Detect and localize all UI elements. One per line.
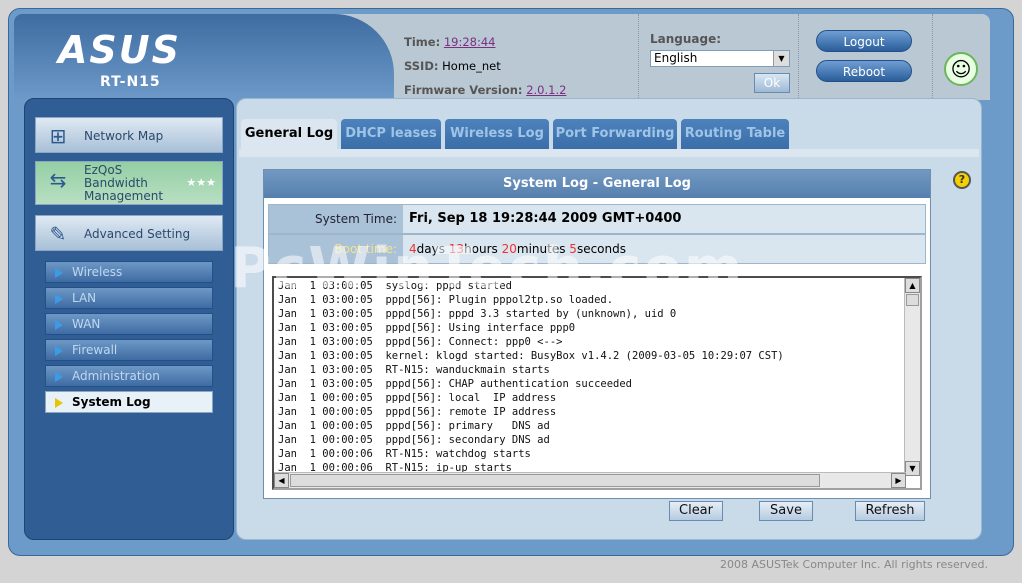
ssid-label: SSID: [404,59,439,73]
tab-underline [239,149,979,157]
main-content: General Log DHCP leases Wireless Log Por… [236,98,982,540]
sidebar-item-wireless[interactable]: Wireless [45,261,213,283]
scroll-up-icon[interactable]: ▲ [905,278,920,293]
system-time-value: Fri, Sep 18 19:28:44 2009 GMT+0400 [409,211,682,226]
scroll-thumb[interactable] [290,474,820,487]
sidebar-item-wan[interactable]: WAN [45,313,213,335]
reboot-button[interactable]: Reboot [816,60,912,82]
arrow-right-icon [55,372,63,382]
system-time-row: System Time: Fri, Sep 18 19:28:44 2009 G… [268,204,926,234]
clear-button[interactable]: Clear [669,501,723,521]
sidebar-item-advanced-setting[interactable]: ✎ Advanced Setting [35,215,223,251]
header-divider [638,14,639,100]
language-value: English [654,51,698,65]
chevron-down-icon[interactable]: ▼ [773,51,789,66]
sidebar-item-label: Wireless [72,265,123,279]
header-divider [932,14,933,100]
log-text: Jan 1 03:00:05 syslog: pppd started Jan … [278,280,784,474]
scroll-down-icon[interactable]: ▼ [905,461,920,476]
sidebar-item-label: Firewall [72,343,118,357]
header: ASUS RT-N15 Time: 19:28:44 SSID: Home_ne… [14,14,990,100]
asus-logo: ASUS [58,28,182,72]
tab-dhcp-leases[interactable]: DHCP leases [341,119,441,149]
stars-icon: ★★★ [186,176,216,189]
sidebar-item-firewall[interactable]: Firewall [45,339,213,361]
sidebar-item-system-log[interactable]: System Log [45,391,213,413]
sidebar-item-label: EzQoS Bandwidth Management [84,163,164,203]
arrow-right-icon [55,268,63,278]
header-divider [798,14,799,100]
arrow-right-icon [55,320,63,330]
sidebar-item-lan[interactable]: LAN [45,287,213,309]
tab-general-log[interactable]: General Log [241,119,337,149]
tab-routing-table[interactable]: Routing Table [681,119,789,149]
sidebar-item-label: WAN [72,317,101,331]
time-link[interactable]: 19:28:44 [444,35,496,49]
sidebar-item-administration[interactable]: Administration [45,365,213,387]
sidebar: ⊞ Network Map ⇆ EzQoS Bandwidth Manageme… [24,98,234,540]
log-textarea[interactable]: Jan 1 03:00:05 syslog: pppd started Jan … [272,276,922,490]
system-time-label: System Time: [269,205,403,233]
system-log-panel: System Log - General Log System Time: Fr… [263,169,931,499]
time-label: Time: [404,35,441,49]
ssid-value: Home_net [442,59,501,73]
wrench-icon: ✎ [49,222,67,246]
arrow-right-icon [55,346,63,356]
arrow-right-icon [55,294,63,304]
sidebar-item-ezqos[interactable]: ⇆ EzQoS Bandwidth Management ★★★ [35,161,223,205]
language-label: Language: [650,32,722,46]
horizontal-scrollbar[interactable]: ◀ ▶ [274,472,906,488]
logout-button[interactable]: Logout [816,30,912,52]
watermark: PcWinTech.com [230,236,745,301]
scroll-thumb[interactable] [906,294,919,306]
sidebar-item-label: LAN [72,291,97,305]
copyright-footer: 2008 ASUSTek Computer Inc. All rights re… [720,558,988,571]
language-select[interactable]: English ▼ [650,50,790,67]
firmware-label: Firmware Version: [404,83,523,97]
tab-wireless-log[interactable]: Wireless Log [445,119,549,149]
firmware-link[interactable]: 2.0.1.2 [526,83,566,97]
sidebar-item-label: Administration [72,369,160,383]
panel-title: System Log - General Log [264,170,930,198]
router-info: Time: 19:28:44 SSID: Home_net Firmware V… [404,30,566,100]
vertical-scrollbar[interactable]: ▲ ▼ [904,278,920,476]
logo-area: ASUS RT-N15 [14,14,394,100]
bandwidth-icon: ⇆ [49,168,67,192]
arrow-right-icon [55,398,63,408]
scroll-right-icon[interactable]: ▶ [891,473,906,488]
refresh-button[interactable]: Refresh [855,501,925,521]
tab-port-forwarding[interactable]: Port Forwarding [553,119,677,149]
language-ok-button[interactable]: Ok [754,73,790,93]
sidebar-item-network-map[interactable]: ⊞ Network Map [35,117,223,153]
network-map-icon: ⊞ [49,124,67,148]
mascot-icon: ☺ [944,52,978,86]
model-name: RT-N15 [100,74,161,90]
save-button[interactable]: Save [759,501,813,521]
scroll-left-icon[interactable]: ◀ [274,473,289,488]
help-icon[interactable]: ? [953,171,971,189]
sidebar-item-label: Advanced Setting [84,227,191,241]
sidebar-item-label: Network Map [84,129,164,143]
sidebar-item-label: System Log [72,395,151,409]
